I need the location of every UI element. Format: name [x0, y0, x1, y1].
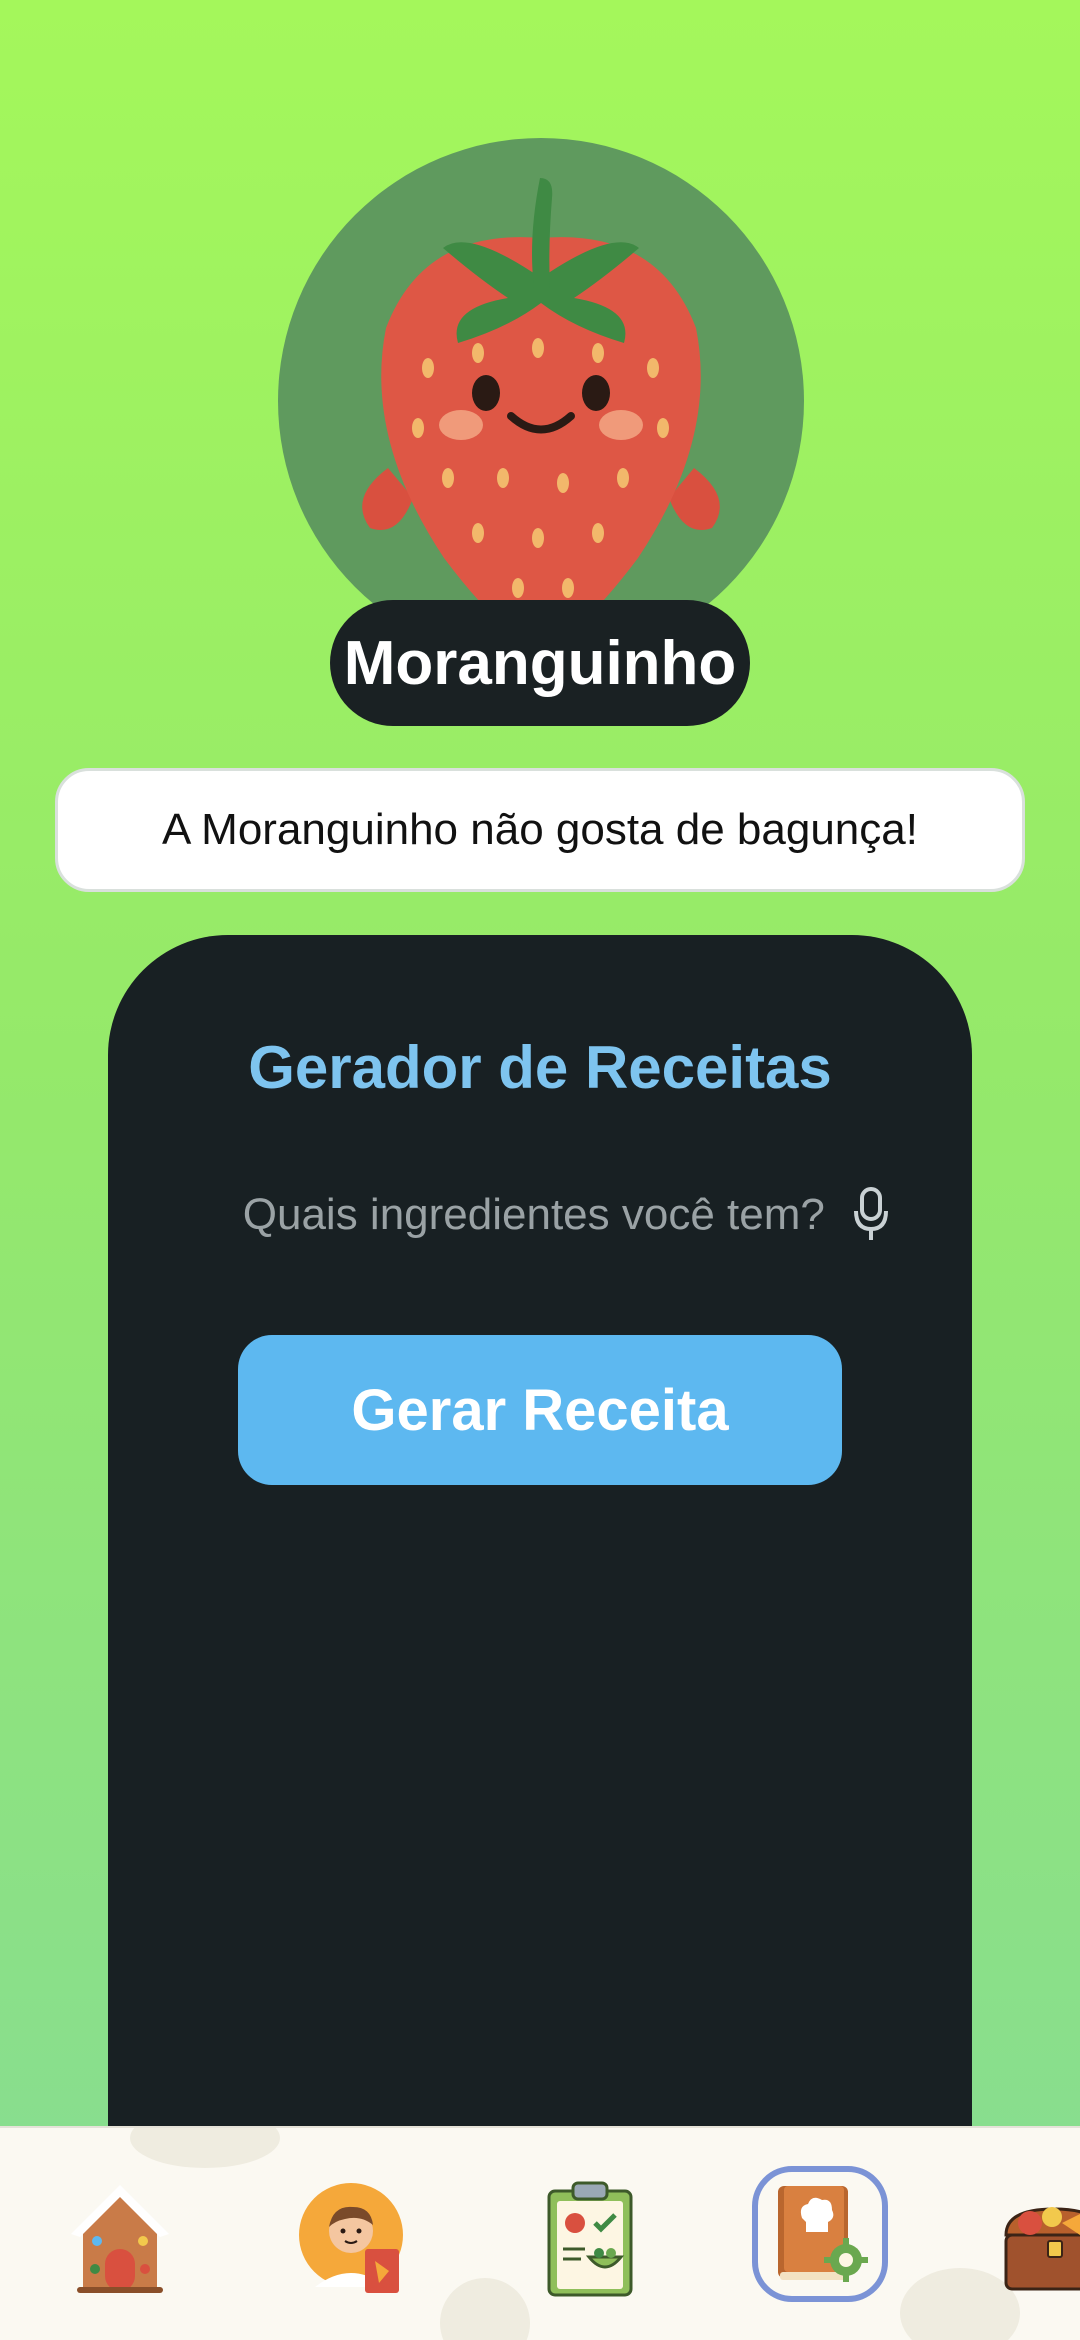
background-decoration [440, 2278, 530, 2340]
avatar-background [278, 138, 804, 664]
ingredients-field [196, 1175, 896, 1255]
character-name: Moranguinho [330, 600, 750, 726]
nav-recipe-settings[interactable] [752, 2166, 888, 2302]
bottom-navigation [0, 2126, 1080, 2340]
character-message: A Moranguinho não gosta de bagunça! [55, 768, 1025, 892]
boy-chef-icon [299, 2183, 403, 2293]
panel-title: Gerador de Receitas [248, 1034, 832, 1101]
background-decoration [130, 2128, 280, 2168]
nav-home[interactable] [55, 2174, 185, 2304]
nav-checklist[interactable] [525, 2174, 655, 2304]
generate-recipe-button[interactable]: Gerar Receita [238, 1335, 842, 1485]
nav-treasure[interactable] [985, 2174, 1080, 2304]
ingredients-input[interactable] [196, 1190, 825, 1240]
nav-profile[interactable] [290, 2174, 420, 2304]
cookbook-settings-icon [778, 2186, 868, 2282]
character-avatar [278, 138, 804, 664]
gingerbread-house-icon [71, 2185, 169, 2293]
food-chest-icon [1004, 2207, 1080, 2291]
microphone-icon[interactable] [847, 1185, 896, 1245]
clipboard-checklist-icon [547, 2181, 633, 2297]
recipe-generator-panel: Gerador de Receitas Gerar Receita [108, 935, 972, 2135]
strawberry-character-icon [362, 178, 720, 648]
